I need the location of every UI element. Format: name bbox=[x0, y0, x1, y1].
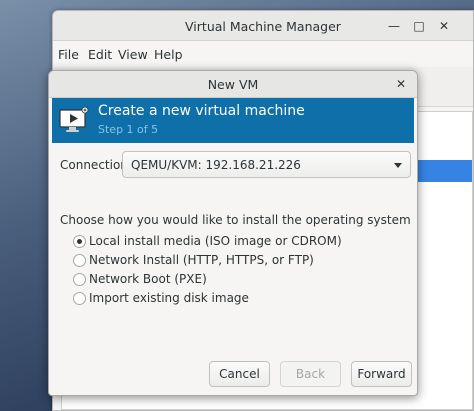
close-icon[interactable]: ✕ bbox=[393, 76, 409, 92]
cancel-button[interactable]: Cancel bbox=[209, 361, 270, 387]
connection-dropdown[interactable]: QEMU/KVM: 192.168.21.226 bbox=[122, 151, 411, 178]
vmm-title: Virtual Machine Manager bbox=[185, 19, 341, 34]
radio-button[interactable] bbox=[73, 272, 86, 286]
menu-edit[interactable]: Edit bbox=[88, 47, 112, 62]
radio-button[interactable] bbox=[73, 234, 86, 248]
radio-button[interactable] bbox=[73, 253, 86, 267]
dialog-titlebar: New VM ✕ bbox=[49, 71, 417, 98]
install-option-import-disk[interactable]: Import existing disk image bbox=[73, 289, 249, 307]
install-option-local-media[interactable]: Local install media (ISO image or CDROM) bbox=[73, 232, 342, 250]
menu-view[interactable]: View bbox=[118, 47, 148, 62]
forward-button[interactable]: Forward bbox=[351, 361, 412, 387]
back-button[interactable]: Back bbox=[280, 361, 341, 387]
wizard-banner: Create a new virtual machine Step 1 of 5 bbox=[52, 98, 414, 143]
install-option-network-boot[interactable]: Network Boot (PXE) bbox=[73, 270, 207, 288]
monitor-play-icon bbox=[59, 106, 89, 132]
minimize-icon[interactable]: — bbox=[386, 18, 402, 34]
vmm-titlebar: Virtual Machine Manager — □ ✕ bbox=[53, 11, 473, 41]
wizard-title: Create a new virtual machine bbox=[98, 103, 305, 119]
install-option-network-install[interactable]: Network Install (HTTP, HTTPS, or FTP) bbox=[73, 251, 314, 269]
menu-file[interactable]: File bbox=[58, 47, 79, 62]
install-option-label: Network Install (HTTP, HTTPS, or FTP) bbox=[89, 253, 314, 267]
new-vm-dialog: New VM ✕ Create a new virtual machine St… bbox=[48, 70, 418, 396]
dialog-title: New VM bbox=[207, 77, 259, 92]
install-option-label: Local install media (ISO image or CDROM) bbox=[89, 234, 342, 248]
install-method-prompt: Choose how you would like to install the… bbox=[60, 213, 411, 227]
vmm-menubar: File Edit View Help bbox=[53, 41, 473, 67]
install-option-label: Network Boot (PXE) bbox=[89, 272, 207, 286]
install-option-label: Import existing disk image bbox=[89, 291, 249, 305]
menu-help[interactable]: Help bbox=[154, 47, 183, 62]
maximize-icon[interactable]: □ bbox=[411, 18, 427, 34]
radio-button[interactable] bbox=[73, 291, 86, 305]
close-icon[interactable]: ✕ bbox=[436, 18, 452, 34]
wizard-step: Step 1 of 5 bbox=[98, 123, 159, 136]
chevron-down-icon bbox=[394, 163, 402, 168]
connection-value: QEMU/KVM: 192.168.21.226 bbox=[131, 158, 301, 172]
